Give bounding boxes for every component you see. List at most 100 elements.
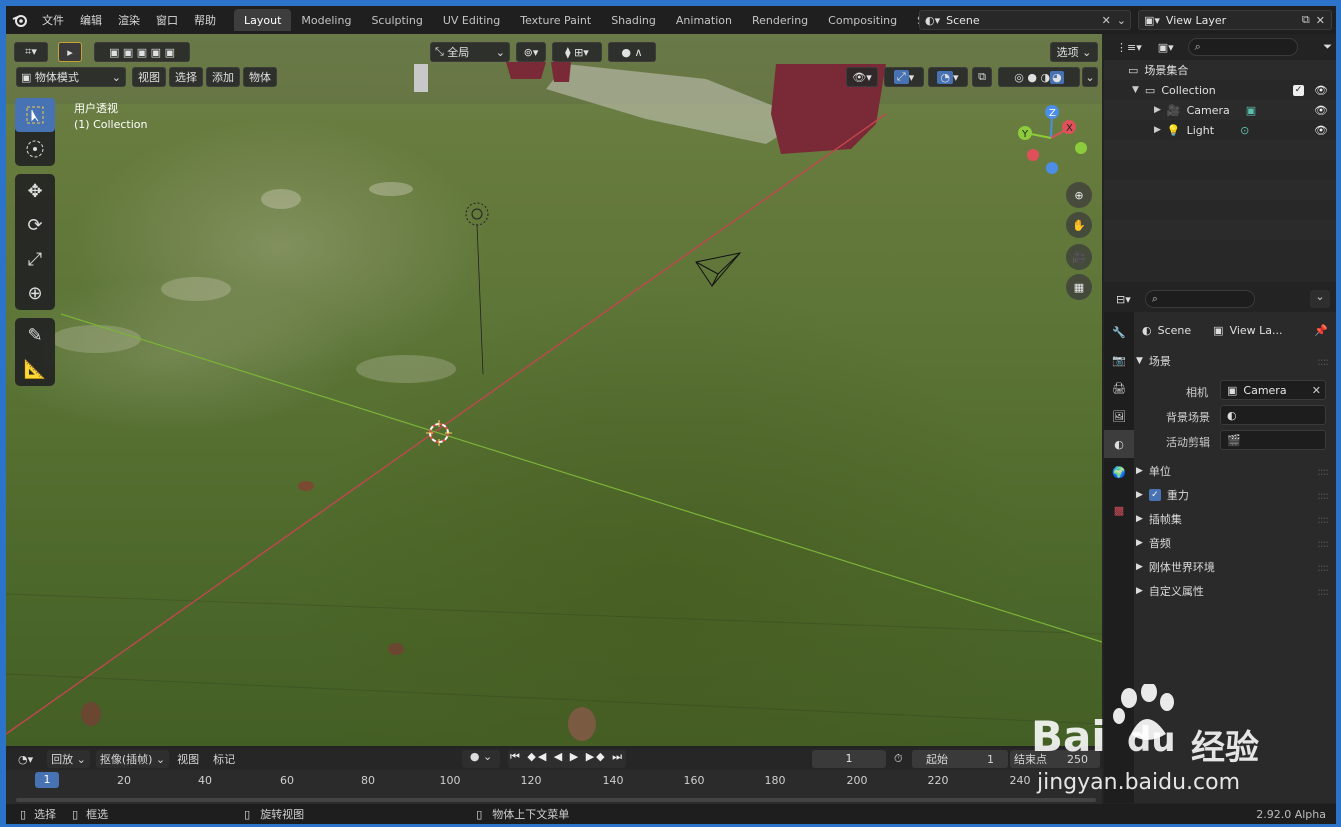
tab-texture-paint[interactable]: Texture Paint [510,9,601,31]
chevron-down-icon[interactable]: ⌄ [1117,14,1126,27]
select-tool-icon[interactable]: ▸ [58,42,82,62]
menu-add[interactable]: 添加 [206,67,240,87]
overlay-toggle[interactable]: ◔ ▾ [928,67,968,87]
display-mode-icon[interactable]: ▣▾ [1158,41,1174,54]
navigation-gizmo[interactable]: Z X Y [1016,100,1096,180]
snap-toggle[interactable]: ⧫ ⊞▾ [552,42,602,62]
light-object[interactable] [465,202,489,226]
scale-tool-icon[interactable]: ⤢ [15,242,55,276]
tool-tab-icon[interactable]: 🔧 [1104,318,1134,346]
outliner-search-input[interactable]: ⌕ [1187,38,1298,56]
camera-view-icon[interactable]: 🎥 [1066,244,1092,270]
menu-render[interactable]: 渲染 [110,12,148,28]
audio-section[interactable]: ▶ 音频:::: [1136,532,1334,554]
close-icon[interactable]: ✕ [1316,14,1325,27]
properties-search-input[interactable]: ⌕ [1144,290,1255,308]
menu-window[interactable]: 窗口 [148,12,186,28]
rigid-body-world-section[interactable]: ▶ 刚体世界环境:::: [1136,556,1334,578]
menu-edit[interactable]: 编辑 [72,12,110,28]
scene-collection-row[interactable]: ▭ 场景集合 [1104,60,1336,80]
shading-mode-buttons[interactable]: ◎ ● ◑ ◕ [998,67,1080,87]
editor-type-button[interactable]: ⌗▾ [14,42,48,62]
light-data-icon[interactable]: ⊙ [1240,124,1249,137]
editor-type-icon[interactable]: ◔▾ [18,753,33,766]
checkbox-icon[interactable]: ✓ [1293,84,1305,96]
move-tool-icon[interactable]: ✥ [15,174,55,208]
close-icon[interactable]: ✕ [1102,14,1111,27]
collection-row[interactable]: ▼ ▭ Collection ✓ 👁 [1104,80,1336,100]
pan-hand-icon[interactable]: ✋ [1066,212,1092,238]
menu-object[interactable]: 物体 [243,67,277,87]
select-box-tool-icon[interactable] [15,98,55,132]
scene-section-header[interactable]: ▼ 场景:::: [1136,350,1334,372]
perspective-grid-icon[interactable]: ▦ [1066,274,1092,300]
start-frame-field[interactable]: 起始 1 [912,750,1008,768]
current-frame-marker[interactable]: 1 [35,772,59,788]
world-tab-icon[interactable]: 🌍 [1104,458,1134,486]
transform-tool-icon[interactable]: ⊕ [15,276,55,310]
gizmo-toggle[interactable]: ⤢ ▾ [884,67,924,87]
menu-select[interactable]: 选择 [169,67,203,87]
transform-orientation-dropdown[interactable]: ⤡ 全局 ⌄ [430,42,510,62]
custom-properties-section[interactable]: ▶ 自定义属性:::: [1136,580,1334,602]
close-icon[interactable]: ✕ [1312,384,1321,397]
blender-logo-icon[interactable] [6,6,34,34]
view-layer-selector[interactable]: ▣▾ View Layer ⧉ ✕ [1138,10,1332,30]
units-section[interactable]: ▶ 单位:::: [1136,460,1334,482]
keying-sets-section[interactable]: ▶ 插帧集:::: [1136,508,1334,530]
timer-icon[interactable]: ⏱ [894,752,903,766]
playback-controls[interactable]: ⏮ ◆◀ ◀ ▶ ▶◆ ⏭ [508,750,626,768]
shading-options-dropdown[interactable]: ⌄ [1082,67,1098,87]
tab-shading[interactable]: Shading [601,9,666,31]
scene-tab-icon[interactable]: ◐ [1104,430,1134,458]
menu-view[interactable]: 视图 [177,751,199,767]
current-frame-field[interactable]: 1 [812,750,886,768]
selection-mode-icons[interactable]: ▣ ▣ ▣ ▣ ▣ [94,42,190,62]
mode-dropdown[interactable]: ▣ 物体模式 ⌄ [16,67,126,87]
camera-row[interactable]: ▶ 🎥 Camera ▣ 👁 [1104,100,1336,120]
camera-object[interactable] [695,252,742,287]
tab-layout[interactable]: Layout [234,9,292,31]
gravity-section[interactable]: ▶ ✓ 重力:::: [1136,484,1334,506]
menu-view[interactable]: 视图 [132,67,166,87]
expand-arrow-icon[interactable]: ▶ [1154,105,1161,115]
pin-icon[interactable]: 📌 [1314,324,1328,337]
background-scene-field[interactable]: ◐ [1220,405,1326,425]
tab-modeling[interactable]: Modeling [291,9,361,31]
timeline-ruler[interactable]: 1 20 40 60 80 100 120 140 160 180 200 22… [6,770,1102,790]
xray-toggle[interactable]: ⧉ [972,67,992,87]
expand-arrow-icon[interactable]: ▶ [1154,125,1161,135]
rotate-tool-icon[interactable]: ⟳ [15,208,55,242]
menu-playback[interactable]: 回放 ⌄ [47,750,90,768]
texture-tab-icon[interactable]: ▩ [1104,496,1134,524]
render-tab-icon[interactable]: 📷 [1104,346,1134,374]
cursor-tool-icon[interactable] [15,132,55,166]
menu-keying[interactable]: 抠像(插帧) ⌄ [95,750,170,768]
tab-compositing[interactable]: Compositing [818,9,907,31]
chevron-down-icon[interactable]: ⌄ [1310,290,1330,308]
active-clip-field[interactable]: 🎬 [1220,430,1326,450]
eye-icon[interactable]: 👁 [1314,104,1328,117]
options-dropdown[interactable]: 选项 ⌄ [1050,42,1098,62]
tab-rendering[interactable]: Rendering [742,9,818,31]
filter-funnel-icon[interactable]: ⏷ [1323,40,1332,54]
gravity-checkbox[interactable]: ✓ [1148,489,1161,501]
breadcrumb-scene[interactable]: Scene [1158,324,1192,337]
tab-sculpting[interactable]: Sculpting [361,9,432,31]
tab-animation[interactable]: Animation [666,9,742,31]
record-button[interactable]: ● ⌄ [462,750,500,768]
measure-tool-icon[interactable]: 📐 [15,352,55,386]
output-tab-icon[interactable]: 🖨 [1104,374,1134,402]
annotate-tool-icon[interactable]: ✎ [15,318,55,352]
view-layer-tab-icon[interactable]: 🖼 [1104,402,1134,430]
camera-field[interactable]: ▣ Camera ✕ [1220,380,1326,400]
visibility-dropdown[interactable]: 👁▾ [846,67,878,87]
tab-uv-editing[interactable]: UV Editing [433,9,510,31]
eye-icon[interactable]: 👁 [1314,124,1328,137]
menu-file[interactable]: 文件 [34,12,72,28]
menu-help[interactable]: 帮助 [186,12,224,28]
timeline-scrollbar[interactable] [16,798,1096,802]
zoom-icon[interactable]: ⊕ [1066,182,1092,208]
duplicate-icon[interactable]: ⧉ [1302,13,1310,27]
eye-icon[interactable]: 👁 [1314,84,1328,97]
